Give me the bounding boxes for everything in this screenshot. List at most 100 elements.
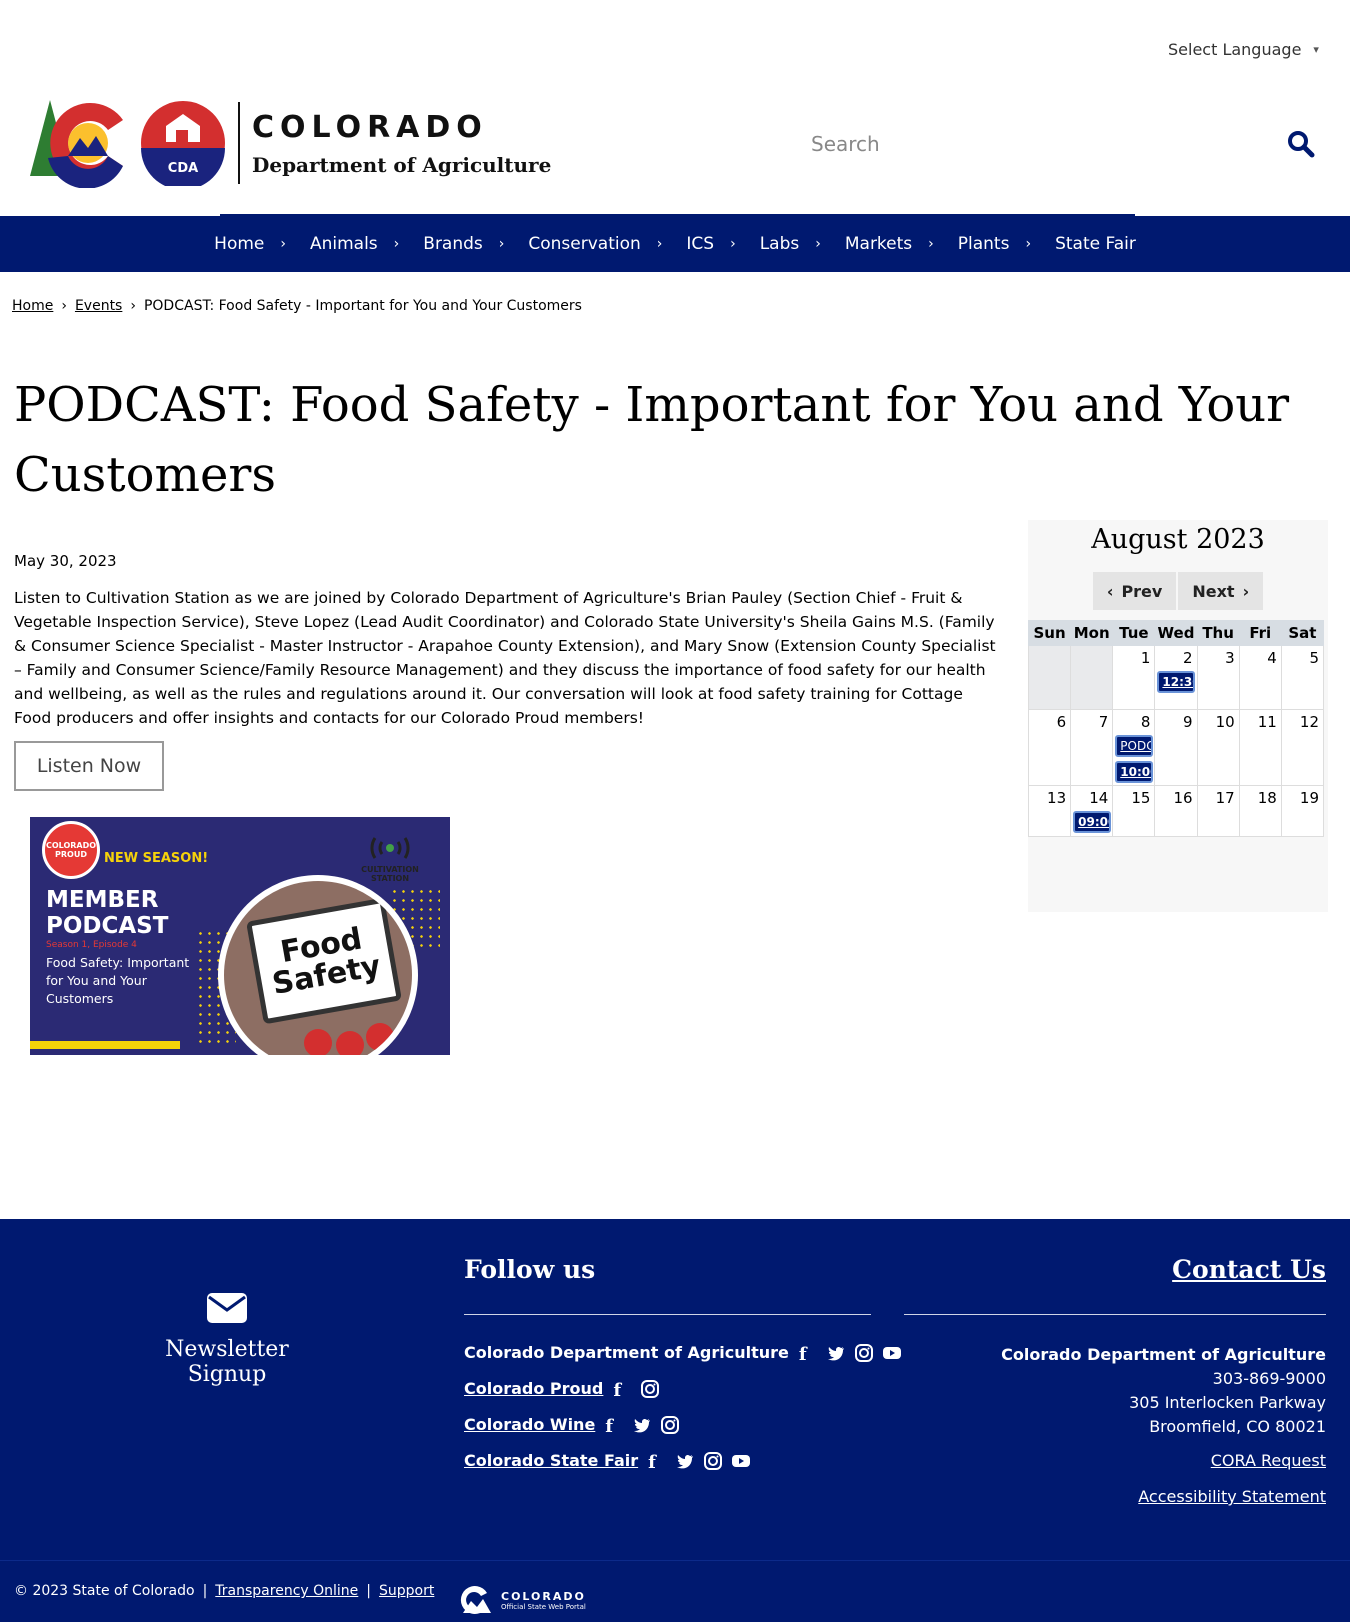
facebook-icon[interactable]: f: [799, 1344, 817, 1365]
calendar-day: 13: [1027, 785, 1072, 837]
calendar-day: 18: [1238, 785, 1282, 837]
colorado-state-fair-link[interactable]: Colorado State Fair: [464, 1451, 638, 1470]
cora-request-link[interactable]: CORA Request: [1211, 1451, 1326, 1470]
calendar-event-link[interactable]: 09:00: [1073, 811, 1112, 833]
calendar-event-link[interactable]: 12:30: [1157, 671, 1196, 693]
calendar-day: 7: [1070, 709, 1114, 786]
twitter-icon[interactable]: [676, 1452, 694, 1470]
calendar-next-button[interactable]: Next ›: [1178, 572, 1264, 610]
breadcrumb-home-link[interactable]: Home: [12, 298, 53, 314]
day-number: 3: [1225, 649, 1235, 667]
facebook-icon[interactable]: f: [648, 1452, 666, 1473]
nav-item-plants[interactable]: Plants ›: [946, 234, 1043, 254]
portal-subtitle: Official State Web Portal: [501, 1602, 586, 1611]
separator: |: [366, 1583, 372, 1599]
instagram-icon[interactable]: [661, 1415, 680, 1434]
calendar-day: 4: [1238, 645, 1282, 710]
youtube-icon[interactable]: [732, 1452, 751, 1470]
chevron-right-icon: ›: [280, 236, 286, 252]
nav-item-conservation[interactable]: Conservation ›: [516, 234, 674, 254]
weekday-header: Tue: [1112, 620, 1156, 646]
language-label: Select Language: [1168, 40, 1302, 59]
search-box: [795, 120, 1325, 168]
colorado-wine-link[interactable]: Colorado Wine: [464, 1415, 595, 1434]
youtube-icon[interactable]: [882, 1344, 901, 1362]
nav-item-brands[interactable]: Brands ›: [411, 234, 516, 254]
cda-logo[interactable]: CDA COLORADO Department of Agriculture: [28, 98, 551, 188]
nav-label: ICS: [686, 234, 715, 254]
day-number: 13: [1047, 789, 1067, 807]
weekday-header: Fri: [1238, 620, 1282, 646]
calendar-event-link[interactable]: 10:00: [1115, 761, 1154, 783]
chevron-right-icon: ›: [656, 236, 663, 252]
nav-label: Conservation: [528, 234, 641, 254]
main-nav: Home › Animals › Brands › Conservation › ICS…: [0, 216, 1350, 272]
nav-item-markets[interactable]: Markets ›: [833, 234, 946, 254]
calendar-day: 16: [1154, 785, 1198, 837]
search-input[interactable]: [795, 120, 1275, 168]
calendar-day: 6: [1027, 709, 1072, 786]
day-number: 2: [1183, 649, 1193, 667]
calendar-day: 14 09:00: [1070, 785, 1114, 837]
nav-item-state-fair[interactable]: State Fair: [1043, 234, 1148, 254]
breadcrumb-events-link[interactable]: Events: [75, 298, 122, 314]
support-link[interactable]: Support: [379, 1583, 434, 1599]
calendar-event-link[interactable]: PODC: [1115, 735, 1154, 757]
instagram-icon[interactable]: [704, 1451, 723, 1470]
calendar-day: 17: [1196, 785, 1240, 837]
prev-label: Prev: [1121, 581, 1163, 601]
nav-item-home[interactable]: Home ›: [202, 234, 298, 254]
facebook-icon[interactable]: f: [605, 1416, 623, 1437]
social-row-wine: Colorado Wine f: [464, 1415, 680, 1437]
language-select[interactable]: Select Language ▾: [1168, 40, 1319, 59]
colorado-proud-link[interactable]: Colorado Proud: [464, 1379, 603, 1398]
event-description: Listen to Cultivation Station as we are …: [14, 589, 996, 727]
twitter-icon[interactable]: [827, 1344, 845, 1362]
accessibility-statement-link[interactable]: Accessibility Statement: [1138, 1487, 1326, 1506]
day-number: 12: [1299, 713, 1319, 731]
newsletter-signup-link[interactable]: Newsletter Signup: [124, 1293, 330, 1387]
day-number: 11: [1257, 713, 1277, 731]
day-number: 5: [1309, 649, 1319, 667]
chevron-right-icon: ›: [815, 236, 821, 252]
day-number: 10: [1215, 713, 1235, 731]
divider: [904, 1314, 1326, 1315]
transparency-online-link[interactable]: Transparency Online: [215, 1583, 358, 1599]
calendar-day: 12: [1280, 709, 1325, 786]
chevron-right-icon: ›: [393, 236, 400, 252]
social-row-state-fair: Colorado State Fair f: [464, 1451, 751, 1473]
instagram-icon[interactable]: [854, 1343, 873, 1362]
colorado-proud-badge: COLORADO PROUD: [42, 821, 100, 879]
instagram-icon[interactable]: [641, 1379, 660, 1398]
tomato-icon: [366, 1023, 394, 1051]
breadcrumb: Home › Events › PODCAST: Food Safety - I…: [12, 298, 582, 314]
nav-item-ics[interactable]: ICS ›: [674, 234, 747, 254]
nav-item-labs[interactable]: Labs ›: [748, 234, 833, 254]
calendar-day: 5: [1280, 645, 1325, 710]
logo-title: COLORADO: [252, 109, 488, 145]
state-portal-logo[interactable]: COLORADO Official State Web Portal: [455, 1585, 586, 1615]
nav-item-animals[interactable]: Animals ›: [298, 234, 411, 254]
facebook-icon[interactable]: f: [613, 1380, 631, 1401]
separator: |: [202, 1583, 208, 1599]
search-icon[interactable]: [1287, 130, 1315, 158]
chevron-down-icon: ▾: [1313, 43, 1319, 56]
breadcrumb-separator-icon: ›: [61, 298, 67, 314]
listen-now-button[interactable]: Listen Now: [14, 741, 164, 791]
calendar-day: 1: [1112, 645, 1156, 710]
promo-heading-line2: PODCAST: [46, 913, 169, 939]
day-number: 17: [1215, 789, 1235, 807]
logo-divider: [238, 102, 240, 184]
weekday-header: Wed: [1154, 620, 1198, 646]
contact-city: Broomfield, CO 80021: [1149, 1417, 1326, 1436]
day-number: 14: [1089, 789, 1109, 807]
page-title: PODCAST: Food Safety - Important for You…: [14, 377, 1290, 503]
breadcrumb-current: PODCAST: Food Safety - Important for You…: [143, 298, 582, 314]
promo-photo-circle: Food Safety: [218, 875, 418, 1055]
contact-us-link[interactable]: Contact Us: [1172, 1255, 1326, 1284]
divider: [464, 1314, 871, 1315]
promo-yellow-bar: [30, 1041, 180, 1049]
twitter-icon[interactable]: [633, 1416, 651, 1434]
calendar-prev-button[interactable]: ‹ Prev: [1092, 572, 1177, 610]
colorado-c-logo-icon: [30, 100, 123, 188]
